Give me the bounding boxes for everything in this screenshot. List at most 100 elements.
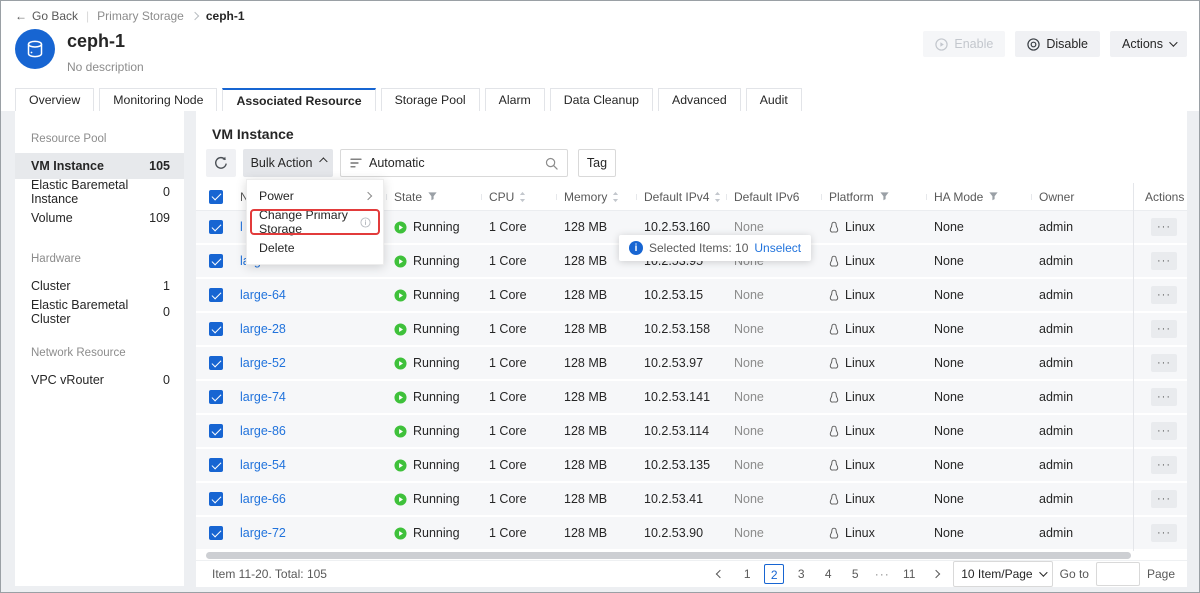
horizontal-scrollbar[interactable] [206,552,1131,559]
ipv4-cell: 10.2.53.158 [636,322,726,336]
prev-page-button[interactable] [710,564,730,584]
sort-icon[interactable] [612,191,619,203]
row-checkbox[interactable] [209,458,223,472]
sort-icon[interactable] [519,191,526,203]
vm-name-link[interactable]: large-86 [240,424,286,438]
tab-overview[interactable]: Overview [15,88,94,112]
sidebar-item-vpc-vrouter[interactable]: VPC vRouter0 [15,367,184,393]
row-checkbox[interactable] [209,356,223,370]
page-button-3[interactable]: 3 [791,564,811,584]
enable-button[interactable]: Enable [923,31,1005,57]
tag-button[interactable]: Tag [578,149,616,177]
ipv6-value: None [734,390,764,404]
search-icon[interactable] [545,157,558,170]
bulk-action-button[interactable]: Bulk Action [243,149,333,177]
state-cell: Running [386,254,481,268]
unselect-link[interactable]: Unselect [754,241,801,255]
search-box[interactable]: Automatic [340,149,568,177]
row-checkbox[interactable] [209,526,223,540]
row-checkbox[interactable] [209,288,223,302]
row-checkbox[interactable] [209,492,223,506]
memory-cell: 128 MB [556,356,636,370]
page-button-11[interactable]: 11 [899,564,919,584]
sidebar-item-elastic-baremetal-instance[interactable]: Elastic Baremetal Instance0 [15,179,184,205]
sidebar-item-volume[interactable]: Volume109 [15,205,184,231]
actions-column-divider [1133,183,1134,551]
go-back-link[interactable]: ← Go Back [15,9,78,23]
platform-cell: Linux [821,322,926,336]
tab-advanced[interactable]: Advanced [658,88,741,112]
row-actions-button[interactable]: ··· [1151,354,1177,372]
owner-cell: admin [1031,458,1133,472]
tab-associated-resource[interactable]: Associated Resource [222,88,375,112]
row-actions-button[interactable]: ··· [1151,320,1177,338]
filter-icon[interactable] [427,191,438,202]
page-button-2[interactable]: 2 [764,564,784,584]
menu-item-change-primary-storage[interactable]: Change Primary Storage [247,208,383,236]
page-button-5[interactable]: 5 [845,564,865,584]
column-header-memory[interactable]: Memory [556,190,636,204]
row-actions-button[interactable]: ··· [1151,252,1177,270]
table-row: large-52 Running 1 Core 128 MB 10.2.53.9… [196,347,1187,379]
tab-monitoring-node[interactable]: Monitoring Node [99,88,217,112]
column-header-platform[interactable]: Platform [821,190,926,204]
vm-name-link[interactable]: large-28 [240,322,286,336]
menu-item-delete[interactable]: Delete [247,236,383,260]
sidebar-item-vm-instance[interactable]: VM Instance105 [15,153,184,179]
tab-data-cleanup[interactable]: Data Cleanup [550,88,653,112]
row-actions-button[interactable]: ··· [1151,524,1177,542]
vm-name-link[interactable]: large-74 [240,390,286,404]
column-header-default-ipv4[interactable]: Default IPv4 [636,190,726,204]
ipv6-value: None [734,356,764,370]
cpu-value: 1 Core [489,322,527,336]
filter-icon[interactable] [988,191,999,202]
row-checkbox[interactable] [209,254,223,268]
vm-name-link[interactable]: large-52 [240,356,286,370]
search-mode[interactable]: Automatic [369,156,425,170]
column-header-cpu[interactable]: CPU [481,190,556,204]
filter-icon[interactable] [879,191,890,202]
vm-name-link[interactable]: large-66 [240,492,286,506]
row-checkbox[interactable] [209,322,223,336]
column-header-ha-mode[interactable]: HA Mode [926,190,1031,204]
row-actions-button[interactable]: ··· [1151,218,1177,236]
row-checkbox[interactable] [209,220,223,234]
row-actions-button[interactable]: ··· [1151,456,1177,474]
memory-value: 128 MB [564,390,607,404]
column-header-actions: Actions [1133,190,1187,204]
sidebar-item-label: VM Instance [31,159,104,173]
sort-icon[interactable] [714,191,721,203]
sidebar-item-cluster[interactable]: Cluster1 [15,273,184,299]
row-actions-button[interactable]: ··· [1151,388,1177,406]
row-actions-button[interactable]: ··· [1151,490,1177,508]
vm-name-link[interactable]: large-64 [240,288,286,302]
page-button-1[interactable]: 1 [737,564,757,584]
state-cell: Running [386,424,481,438]
actions-button[interactable]: Actions [1110,31,1187,57]
platform-cell: Linux [821,492,926,506]
menu-item-power[interactable]: Power [247,184,383,208]
next-page-button[interactable] [926,564,946,584]
breadcrumb-section[interactable]: Primary Storage [97,9,184,23]
disable-button[interactable]: Disable [1015,31,1100,57]
vm-name-link[interactable]: large-72 [240,526,286,540]
row-checkbox[interactable] [209,424,223,438]
state-text: Running [413,356,460,370]
row-actions-button[interactable]: ··· [1151,286,1177,304]
column-header-state[interactable]: State [386,190,481,204]
refresh-button[interactable] [206,149,236,177]
select-all-checkbox[interactable] [209,190,223,204]
tab-alarm[interactable]: Alarm [485,88,545,112]
vm-name-link[interactable]: large-54 [240,458,286,472]
tab-audit[interactable]: Audit [746,88,802,112]
ipv4-value: 10.2.53.158 [644,322,710,336]
sidebar-item-elastic-baremetal-cluster[interactable]: Elastic Baremetal Cluster0 [15,299,184,325]
goto-page-input[interactable] [1096,562,1140,586]
page-button-4[interactable]: 4 [818,564,838,584]
page-size-select[interactable]: 10 Item/Page [953,561,1052,587]
vm-name-link[interactable]: l [240,220,243,234]
sidebar-item-label: VPC vRouter [31,373,104,387]
tab-storage-pool[interactable]: Storage Pool [381,88,480,112]
row-checkbox[interactable] [209,390,223,404]
row-actions-button[interactable]: ··· [1151,422,1177,440]
